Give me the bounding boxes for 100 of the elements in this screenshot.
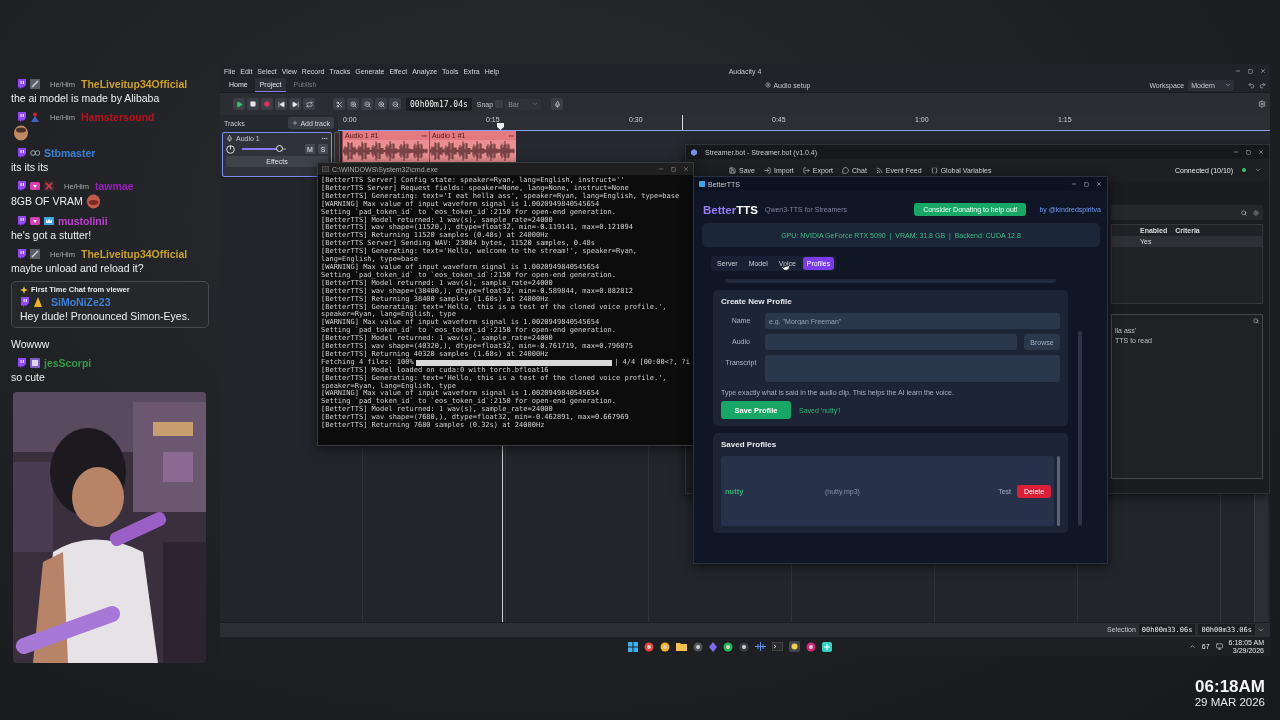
username: Stbmaster [44,147,96,159]
folder-icon[interactable] [676,642,687,651]
twitch-icon [17,181,26,191]
scrollbar[interactable] [1078,331,1082,526]
search-icon [1241,209,1247,216]
gem-icon [30,181,40,191]
diamond-icon[interactable] [709,641,717,652]
microphone-icon [226,135,233,142]
username: Hamstersound [81,111,155,123]
sparkle-icon [20,285,28,294]
zoom-in-icon [349,100,357,108]
cone-icon [33,297,43,307]
app-icon[interactable] [789,641,800,652]
chat-message: Wowww [11,338,51,351]
status-dot-icon [1242,168,1246,172]
stop-button[interactable] [247,98,259,110]
chat-message: 8GB OF VRAM [11,195,83,208]
chat-message: Hey dude! Pronounced Simon-Eyes. [20,310,191,323]
terminal-icon[interactable] [772,642,783,651]
gear-icon[interactable] [1253,209,1259,216]
username: TheLiveitup34Official [81,78,188,90]
twitch-icon [17,216,26,226]
trim-button[interactable] [333,98,345,110]
braces-icon [930,166,938,174]
twitch-icon [17,249,26,259]
redo-icon[interactable] [1259,81,1266,89]
pan-knob[interactable] [226,144,235,154]
dropdown-icon[interactable] [1255,167,1261,173]
maximize-icon[interactable] [1084,181,1089,187]
close-icon[interactable] [1096,181,1102,187]
close-icon[interactable] [1258,149,1264,155]
figure-icon [30,112,40,122]
tile-icon [30,358,40,368]
chat-message: he's got a stutter! [11,229,93,242]
microphone-icon [553,100,561,108]
username: jesScorpi [44,357,92,369]
zoom-out-icon [363,100,371,108]
zoom-out-button[interactable] [361,98,373,110]
clock-time: 06:18AM [1195,678,1265,696]
zoom-in-button[interactable] [347,98,359,110]
username: tawmae [95,180,134,192]
app-icon [691,148,697,156]
search-icon[interactable] [1253,318,1259,324]
twitch-icon [17,112,26,122]
chat-icon [842,166,850,174]
microphone-button[interactable] [551,98,564,110]
zoom-in-icon [377,100,385,108]
start-icon[interactable] [628,641,638,652]
chevron-down-icon [532,101,539,107]
undo-icon[interactable] [1248,81,1255,89]
gem-icon [30,216,40,226]
twitch-icon [17,148,26,158]
app-icon[interactable] [822,641,832,652]
maximize-icon[interactable] [1248,68,1253,74]
skip-forward-icon [291,100,299,108]
play-icon [235,100,243,108]
time-display[interactable]: 00h00m17.04s [406,97,472,111]
card-title: Create New Profile [721,297,793,306]
monitor-icon[interactable] [1215,643,1223,650]
close-icon[interactable] [1260,68,1266,74]
zoom-out-icon [391,100,399,108]
play-button[interactable] [233,98,245,110]
cross-icon [44,181,54,191]
clock-date: 29 MAR 2026 [1194,696,1265,709]
maximize-icon[interactable] [671,166,676,172]
skip-back-button[interactable] [275,98,287,110]
app-icon [699,181,705,187]
skip-forward-button[interactable] [289,98,301,110]
zoom-fit-button[interactable] [375,98,387,110]
card-title: Saved Profiles [721,440,778,449]
waveform-icon[interactable] [755,642,766,651]
stop-icon [250,101,256,107]
chevron-down-icon [1225,82,1231,88]
chat-message: the ai model is made by Alibaba [11,92,161,105]
app-logo-text: BetterTTS [703,203,758,216]
skip-back-icon [277,100,285,108]
import-icon [763,166,771,174]
glasses-icon [30,148,40,158]
scrollbar[interactable] [1057,456,1060,526]
emote-icon [84,194,102,209]
gear-icon [765,82,772,88]
search-field[interactable] [1111,205,1263,220]
chat-message: so cute [11,371,46,384]
scissors-icon [335,100,343,108]
chat-message: maybe unload and reload it? [11,262,145,275]
maximize-icon[interactable] [1246,149,1251,155]
username: TheLiveitup34Official [81,248,188,260]
pickaxe-icon [30,249,40,259]
close-icon[interactable] [683,166,689,172]
plus-icon [292,120,299,126]
loop-button[interactable] [303,98,315,110]
zoom-toggle-button[interactable] [389,98,401,110]
chevron-up-icon[interactable] [1188,643,1196,650]
twitch-icon [20,297,29,307]
chat-message: its its its [11,161,50,174]
username: SiMoNiZe23 [51,296,111,308]
emote-icon [13,125,29,141]
dropdown-icon[interactable] [1258,626,1264,633]
pickaxe-icon [30,79,40,89]
settings-icon[interactable] [1258,100,1266,108]
